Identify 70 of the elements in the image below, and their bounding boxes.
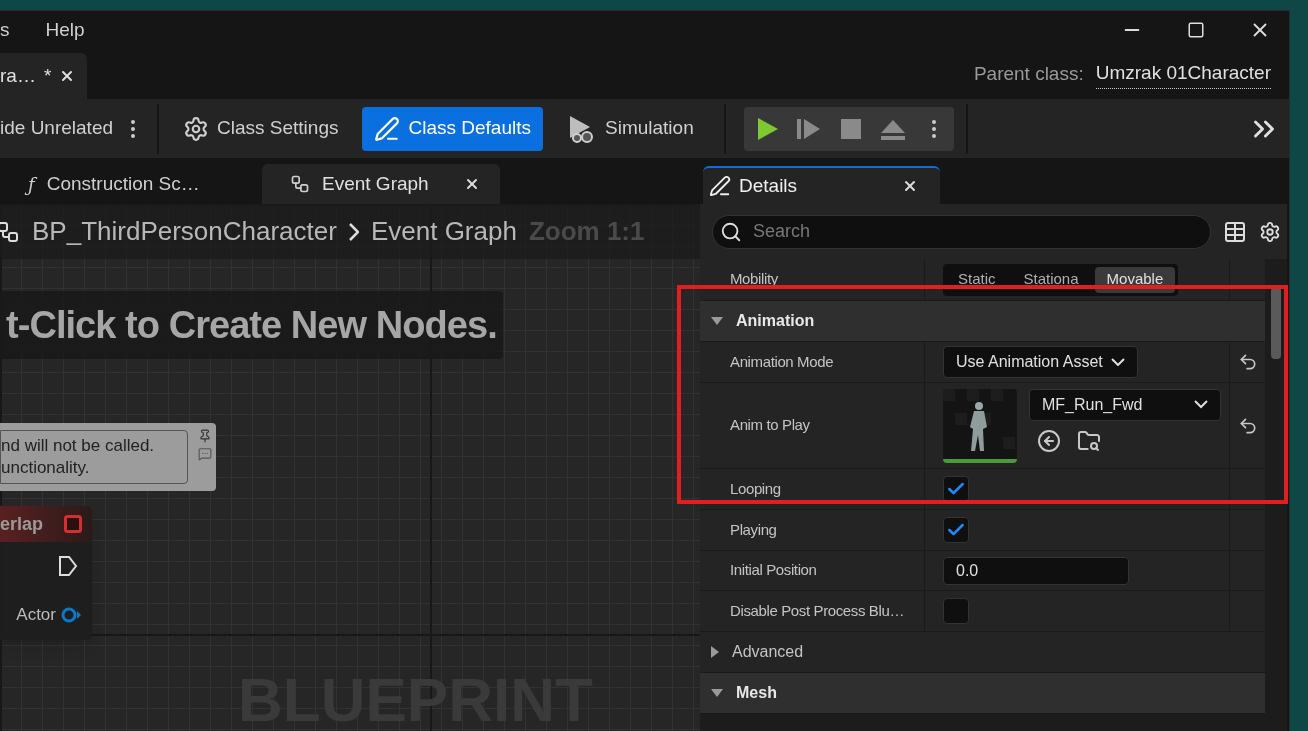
toolbar-button[interactable]: Simulation <box>555 106 706 151</box>
breadcrumb-item[interactable]: BP_ThirdPersonCharacter <box>32 212 337 251</box>
property-label: Disable Post Process Blu… <box>730 600 905 621</box>
breadcrumb-item[interactable]: Event Graph <box>370 212 517 251</box>
graph-icon <box>0 219 20 244</box>
pin-label: Actor <box>16 603 56 626</box>
use-selected-icon[interactable] <box>1037 428 1061 453</box>
document-tab[interactable]: ra… * <box>0 53 87 99</box>
checkbox[interactable] <box>943 598 969 624</box>
checkbox[interactable] <box>943 476 969 502</box>
property-label: Initial Position <box>730 560 817 581</box>
search-icon <box>720 220 742 243</box>
chevron-down-icon <box>1194 400 1208 409</box>
checkbox[interactable] <box>943 517 969 543</box>
close-icon[interactable] <box>902 178 918 194</box>
node-title: erlap <box>0 512 44 536</box>
chevron-right-icon <box>348 222 359 241</box>
table-icon[interactable] <box>1223 219 1247 244</box>
property-label: Mobility <box>730 269 778 290</box>
toolbar-button[interactable]: Class Defaults <box>362 106 543 151</box>
property-label: Anim to Play <box>730 415 810 436</box>
tab-label: Details <box>739 173 798 198</box>
hint-text: t-Click to Create New Nodes. <box>6 302 497 348</box>
settings-icon <box>183 115 210 142</box>
graph-tab[interactable]: ƒ Construction Sc… <box>0 164 244 204</box>
chevron-down-icon <box>1110 357 1125 367</box>
pencil-icon <box>709 175 731 197</box>
tab-title: ra… <box>0 63 36 88</box>
exec-pin-icon[interactable] <box>58 554 78 577</box>
expand-triangle-icon[interactable] <box>710 645 720 659</box>
graph-icon <box>290 174 310 194</box>
property-label: Animation Mode <box>730 351 834 372</box>
toolbar-button[interactable]: Class Settings <box>171 106 351 151</box>
maximize-icon[interactable] <box>1187 21 1205 39</box>
reset-icon[interactable] <box>1237 415 1258 436</box>
comment-text: nd will not be called. <box>1 435 156 457</box>
menu-item[interactable]: s <box>0 15 10 45</box>
details-tab[interactable]: Details <box>703 166 940 204</box>
category-header[interactable]: Animation <box>736 309 815 333</box>
pin-icon[interactable] <box>198 429 212 443</box>
browse-folder-icon[interactable] <box>1077 428 1101 453</box>
asset-dropdown[interactable]: MF_Run_Fwd <box>1029 388 1221 421</box>
segment-option[interactable]: Static <box>946 266 1008 293</box>
comment-text: unctionality. <box>1 457 91 479</box>
number-field[interactable]: 0.0 <box>943 556 1129 585</box>
tab-label: Construction Sc… <box>46 171 200 196</box>
property-label: Playing <box>730 519 777 540</box>
graph-tab[interactable]: Event Graph <box>262 164 500 204</box>
collapse-triangle-icon[interactable] <box>710 688 724 698</box>
comment-node[interactable]: nd will not be called. unctionality. <box>0 423 216 491</box>
settings-icon[interactable] <box>1259 220 1281 243</box>
modified-mark: * <box>43 63 52 88</box>
search-field[interactable]: Search <box>712 214 1211 249</box>
reset-icon[interactable] <box>1237 352 1258 372</box>
dropdown[interactable]: Use Animation Asset <box>943 346 1138 378</box>
collapse-triangle-icon[interactable] <box>710 316 724 326</box>
segment-option[interactable]: Stationa <box>1011 266 1091 293</box>
category-header[interactable]: Mesh <box>736 681 777 705</box>
tab-label: Event Graph <box>322 171 429 196</box>
hide-unrelated-button[interactable]: ide Unrelated <box>0 114 114 143</box>
property-label: Looping <box>730 478 781 499</box>
event-node[interactable]: erlap Actor <box>0 506 92 640</box>
pencil-icon <box>374 115 401 142</box>
object-pin-icon[interactable] <box>60 605 82 624</box>
parent-class-label: Parent class: <box>973 61 1084 86</box>
menu-item[interactable]: Help <box>45 15 85 45</box>
parent-class-link[interactable]: Umzrak 01Character <box>1095 59 1271 89</box>
delegate-pin-icon[interactable] <box>64 515 82 533</box>
close-icon[interactable] <box>464 176 480 192</box>
group-header[interactable]: Advanced <box>732 640 804 664</box>
